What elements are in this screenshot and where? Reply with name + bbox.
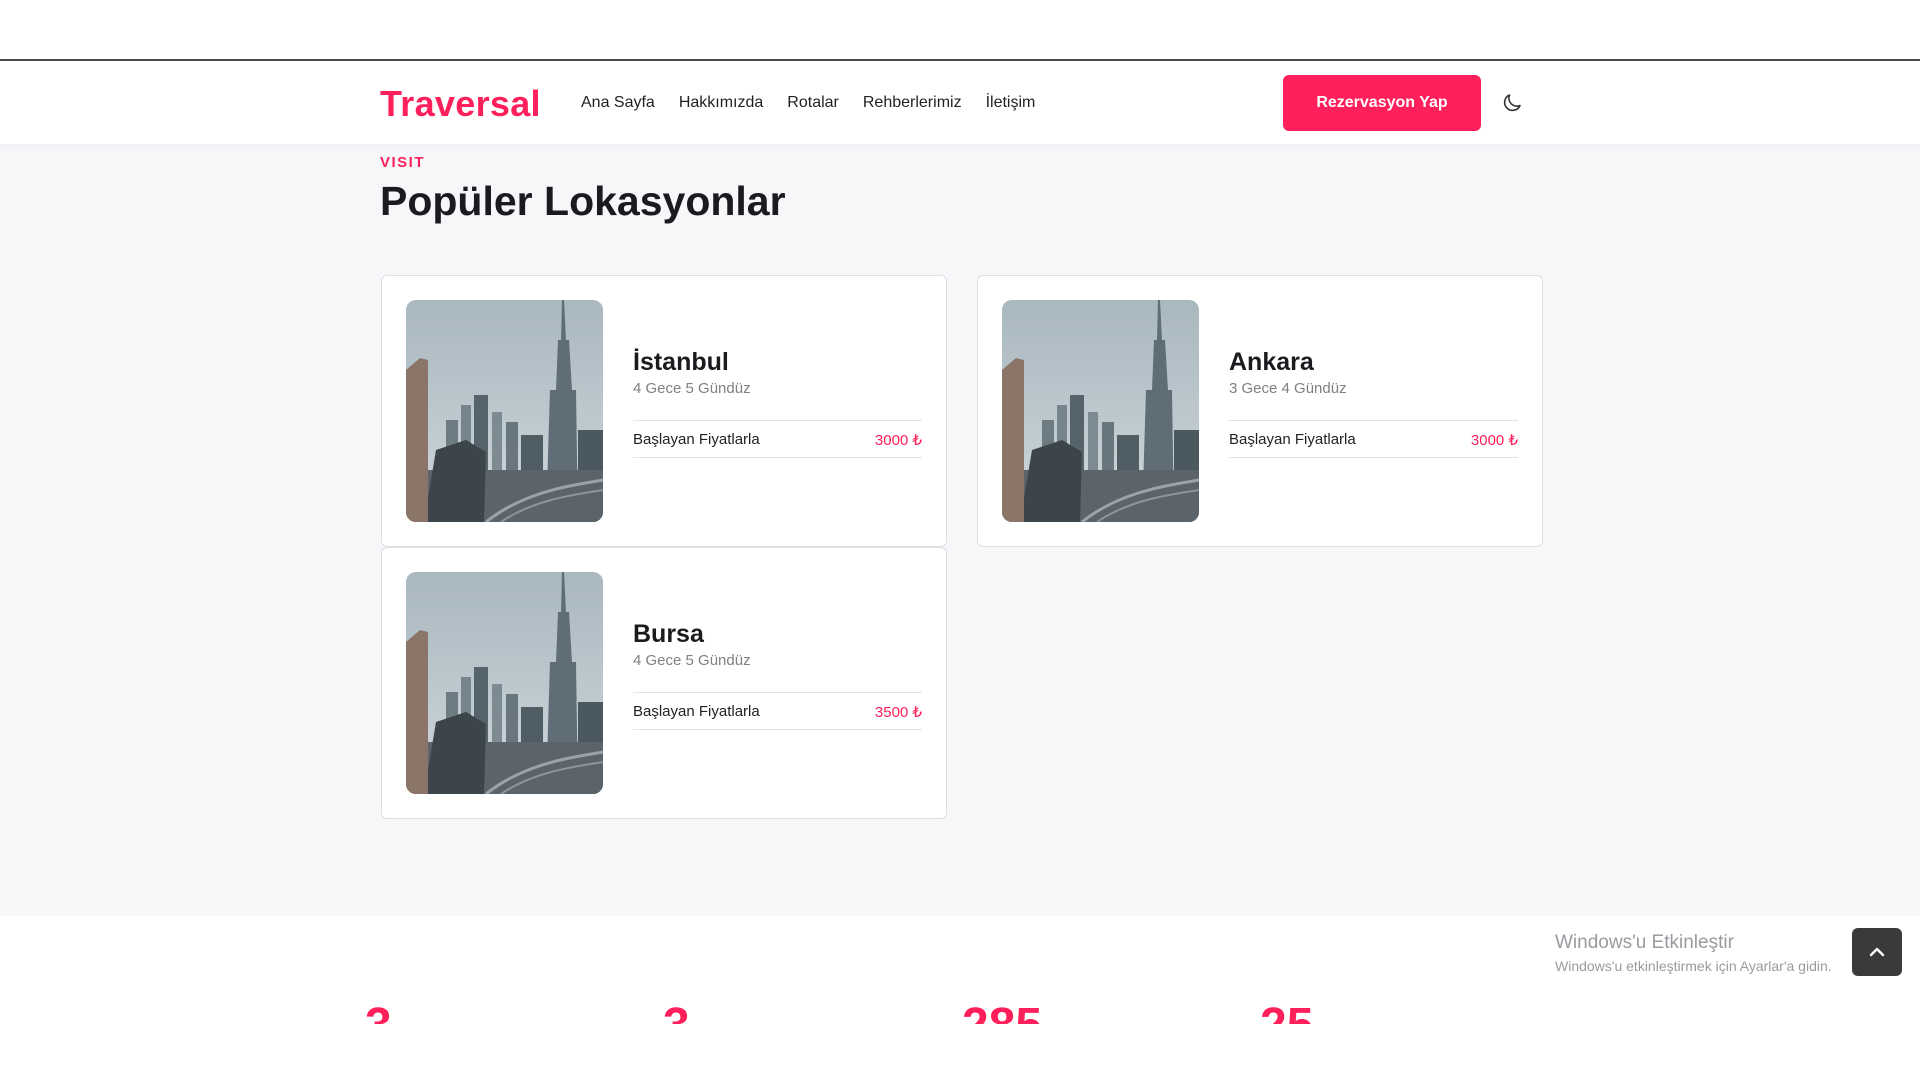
nav-item-ana-sayfa[interactable]: Ana Sayfa (581, 94, 655, 112)
section-eyebrow: VISIT (380, 154, 426, 171)
location-city: Ankara (1229, 348, 1314, 376)
scroll-to-top-button[interactable] (1852, 928, 1902, 976)
stat-value: 3 (365, 1002, 392, 1024)
browser-top-area (0, 0, 1920, 61)
windows-activation-watermark: Windows'u Etkinleştir Windows'u etkinleş… (1555, 932, 1832, 974)
section-title: Popüler Lokasyonlar (380, 178, 786, 224)
price-label: Başlayan Fiyatlarla (633, 703, 760, 720)
stat-value: 25 (1260, 1002, 1313, 1024)
moon-icon[interactable] (1500, 91, 1524, 115)
location-image (406, 300, 603, 522)
location-card-ankara[interactable]: Ankara 3 Gece 4 Gündüz Başlayan Fiyatlar… (977, 275, 1543, 547)
price-value: 3000 ₺ (874, 432, 922, 449)
location-image (1002, 300, 1199, 522)
location-duration: 4 Gece 5 Gündüz (633, 652, 751, 669)
stat-value: 285 (962, 1002, 1042, 1024)
location-image (406, 572, 603, 794)
main-nav: Ana Sayfa Hakkımızda Rotalar Rehberlerim… (581, 94, 1059, 112)
price-label: Başlayan Fiyatlarla (633, 431, 760, 448)
brand-logo[interactable]: Traversal (380, 83, 541, 125)
watermark-subtitle: Windows'u etkinleştirmek için Ayarlar'a … (1555, 958, 1832, 974)
reservation-button[interactable]: Rezervasyon Yap (1283, 75, 1481, 131)
chevron-up-icon (1869, 947, 1885, 957)
location-card-istanbul[interactable]: İstanbul 4 Gece 5 Gündüz Başlayan Fiyatl… (381, 275, 947, 547)
price-row: Başlayan Fiyatlarla 3000 ₺ (633, 420, 922, 458)
location-duration: 4 Gece 5 Gündüz (633, 380, 751, 397)
nav-item-hakkimizda[interactable]: Hakkımızda (679, 94, 763, 112)
location-city: İstanbul (633, 348, 729, 376)
price-row: Başlayan Fiyatlarla 3500 ₺ (633, 692, 922, 730)
price-row: Başlayan Fiyatlarla 3000 ₺ (1229, 420, 1518, 458)
location-card-bursa[interactable]: Bursa 4 Gece 5 Gündüz Başlayan Fiyatlarl… (381, 547, 947, 819)
price-label: Başlayan Fiyatlarla (1229, 431, 1356, 448)
nav-item-rotalar[interactable]: Rotalar (787, 94, 839, 112)
popular-locations-section: VISIT Popüler Lokasyonlar İstanbul 4 Gec… (0, 144, 1920, 916)
navbar: Traversal Ana Sayfa Hakkımızda Rotalar R… (0, 63, 1920, 144)
location-city: Bursa (633, 620, 704, 648)
nav-item-iletisim[interactable]: İletişim (986, 94, 1036, 112)
stat-value: 3 (663, 1002, 690, 1024)
location-duration: 3 Gece 4 Gündüz (1229, 380, 1347, 397)
price-value: 3500 ₺ (874, 704, 922, 721)
watermark-title: Windows'u Etkinleştir (1555, 932, 1734, 953)
price-value: 3000 ₺ (1470, 432, 1518, 449)
nav-item-rehberlerimiz[interactable]: Rehberlerimiz (863, 94, 962, 112)
